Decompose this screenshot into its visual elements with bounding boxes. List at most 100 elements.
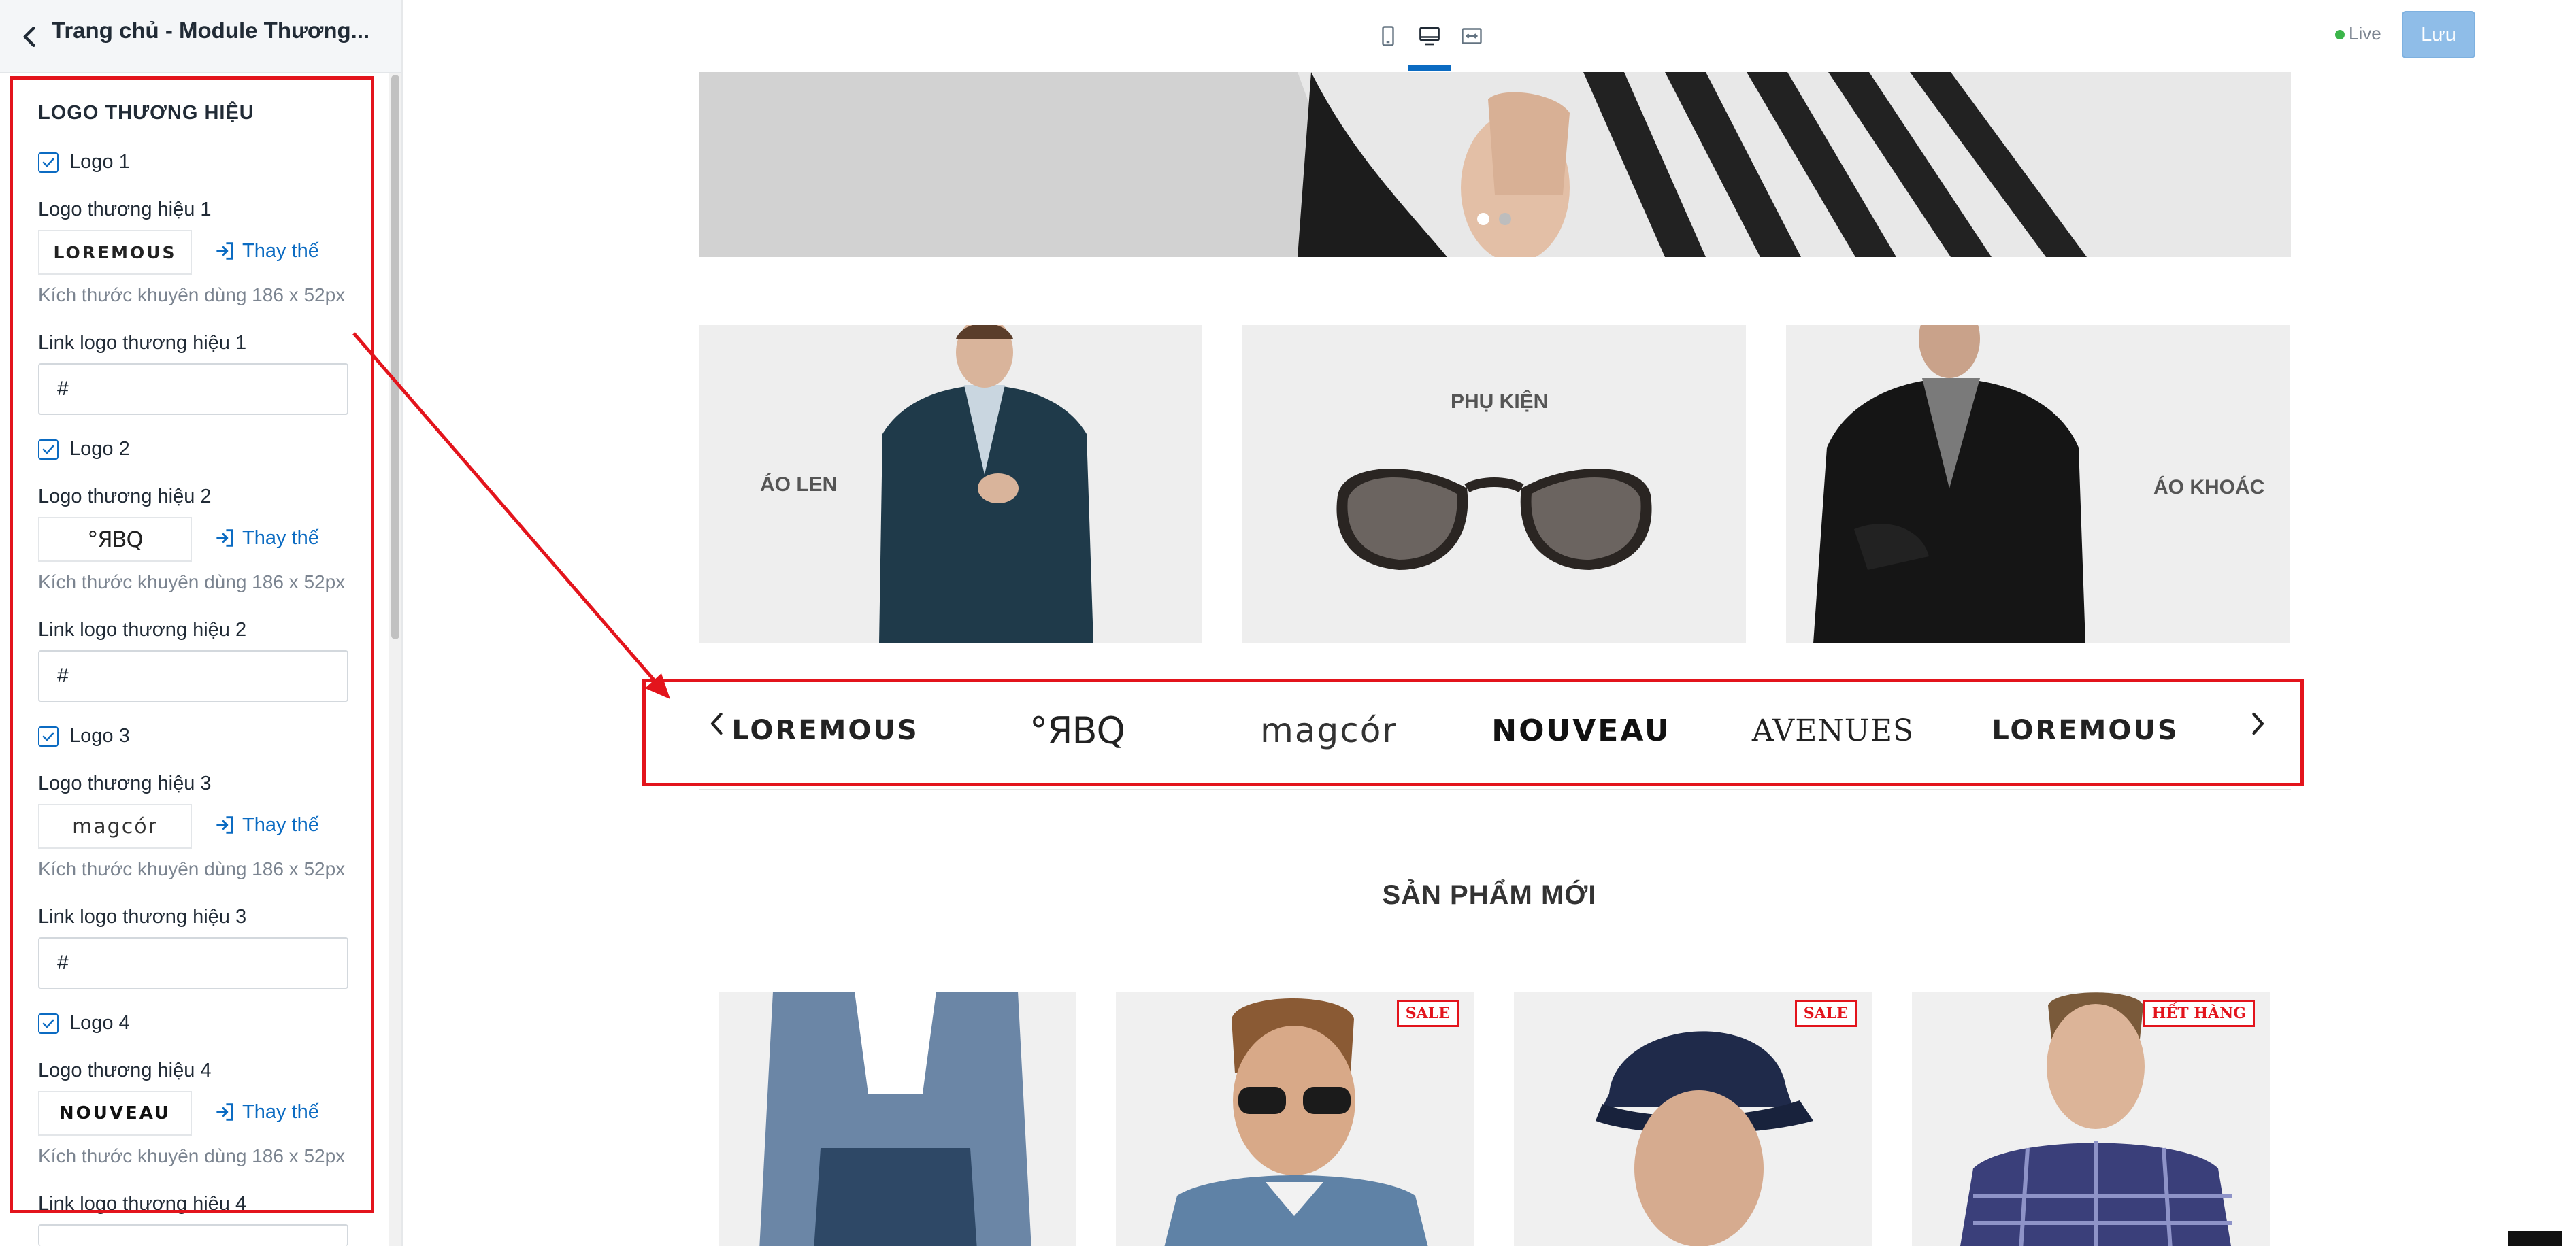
checkbox[interactable] [38,152,59,173]
brand-logo[interactable]: LOREMOUS [731,710,919,751]
brand-logo[interactable]: AVENUES [1741,710,1925,751]
logo-4-toggle[interactable]: Logo 4 [38,1012,130,1034]
brand-logo-text: magcór [1260,711,1398,750]
size-hint: Kích thước khuyên dùng 186 x 52px [38,858,346,879]
mobile-view-button[interactable] [1371,19,1405,53]
logo-2-link-input[interactable] [38,650,348,702]
live-status-label: Live [2349,23,2381,44]
brand-logo-text: AVENUES [1751,713,1915,748]
logo-image-label: Logo thương hiệu 1 [38,199,212,220]
brand-logo[interactable]: magcór [1237,710,1421,751]
checkbox[interactable] [38,439,59,460]
slider-dot[interactable] [1499,213,1511,225]
fullwidth-view-button[interactable] [1455,19,1489,53]
logo-image-label: Logo thương hiệu 2 [38,486,212,507]
replace-icon [216,529,233,547]
check-icon [42,445,54,454]
logo-2-thumb-text: °ЯBQ [87,526,143,552]
slider-dot[interactable] [1477,213,1489,225]
sidebar-header: Trang chủ - Module Thương... [0,0,401,73]
sunglasses-image [1242,325,1746,643]
logo-3-link-input[interactable] [38,937,348,989]
logo-image-label: Logo thương hiệu 4 [38,1060,212,1081]
link-label: Link logo thương hiệu 4 [38,1193,247,1215]
carousel-next-button[interactable] [2244,705,2271,743]
logo-2-thumbnail: °ЯBQ [38,517,192,562]
logo-1-link-input[interactable] [38,363,348,415]
editor-topbar: Live Lưu [403,0,2576,73]
logo-2-toggle[interactable]: Logo 2 [38,438,130,460]
brand-logo[interactable]: NOUVEAU [1489,710,1673,751]
hero-banner-image [699,72,2291,257]
check-icon [42,1019,54,1028]
brand-logo-text: LOREMOUS [731,715,919,746]
logo-1-toggle[interactable]: Logo 1 [38,151,130,173]
product-card[interactable]: SALE [1514,992,1872,1246]
out-of-stock-badge: HẾT HÀNG [2143,1000,2255,1027]
brand-logo[interactable]: °ЯBQ [985,709,1169,752]
replace-label: Thay thế [242,526,319,549]
replace-label: Thay thế [242,239,319,262]
plaid-shirt-model-image [1912,992,2270,1246]
checkbox-label: Logo 2 [69,438,130,460]
replace-logo-1-button[interactable]: Thay thế [214,239,319,263]
carousel-prev-button[interactable] [704,705,731,743]
link-label: Link logo thương hiệu 2 [38,619,247,641]
category-label: PHỤ KIỆN [1451,390,1549,413]
logo-4-thumb-text: NOUVEAU [59,1103,171,1124]
size-hint: Kích thước khuyên dùng 186 x 52px [38,571,346,592]
denim-shirt-model-image [719,992,1076,1246]
hero-slider[interactable] [699,72,2291,257]
link-label: Link logo thương hiệu 1 [38,332,247,354]
brand-logo[interactable]: LOREMOUS [1992,710,2179,751]
category-card[interactable]: ÁO LEN [699,325,1202,643]
logo-1-thumb-text: LOREMOUS [53,242,177,263]
checkbox[interactable] [38,726,59,747]
section-divider [699,789,2291,790]
save-button[interactable]: Lưu [2402,11,2475,58]
product-card[interactable] [719,992,1076,1246]
check-icon [42,158,54,167]
logo-4-link-input[interactable] [38,1224,348,1246]
product-card[interactable]: HẾT HÀNG [1912,992,2270,1246]
desktop-view-button[interactable] [1413,19,1447,53]
logo-1-thumbnail: LOREMOUS [38,230,192,275]
category-card[interactable]: PHỤ KIỆN [1242,325,1746,643]
replace-logo-3-button[interactable]: Thay thế [214,813,319,837]
checkbox-label: Logo 1 [69,151,130,173]
sale-badge: SALE [1794,1000,1857,1027]
replace-logo-4-button[interactable]: Thay thế [214,1100,319,1124]
replace-label: Thay thế [242,813,319,836]
brand-logo-text: °ЯBQ [1029,709,1125,752]
floating-chat-widget[interactable] [2508,1231,2562,1246]
section-title: LOGO THƯƠNG HIỆU [38,102,254,124]
sale-badge: SALE [1396,1000,1459,1027]
checkbox[interactable] [38,1013,59,1034]
store-preview: ÁO LEN PHỤ KIỆN ÁO KHOÁC LOREMOUS °ЯBQ m… [403,72,2576,1246]
check-icon [42,732,54,741]
category-card[interactable]: ÁO KHOÁC [1786,325,2290,643]
size-hint: Kích thước khuyên dùng 186 x 52px [38,1145,346,1166]
active-view-indicator [1408,65,1451,71]
size-hint: Kích thước khuyên dùng 186 x 52px [38,284,346,305]
category-label: ÁO LEN [760,473,838,496]
settings-sidebar: Trang chủ - Module Thương... LOGO THƯƠNG… [0,0,403,1246]
back-button[interactable] [15,22,45,52]
product-card[interactable]: SALE [1116,992,1474,1246]
sidebar-scrollbar-thumb[interactable] [391,75,399,639]
logo-3-thumbnail: magcór [38,804,192,849]
replace-logo-2-button[interactable]: Thay thế [214,526,319,550]
category-label: ÁO KHOÁC [2153,476,2265,499]
mobile-icon [1382,26,1394,46]
checkbox-label: Logo 3 [69,725,130,747]
brand-logo-text: LOREMOUS [1992,715,2179,746]
expand-width-icon [1462,28,1482,44]
logo-4-thumbnail: NOUVEAU [38,1091,192,1136]
logo-image-label: Logo thương hiệu 3 [38,773,212,794]
logo-3-toggle[interactable]: Logo 3 [38,725,130,747]
checkbox-label: Logo 4 [69,1012,130,1034]
live-status-dot [2335,30,2345,39]
cap-model-image [1514,992,1872,1246]
replace-icon [216,1103,233,1121]
new-products-heading: SẢN PHẨM MỚI [1382,880,1597,910]
